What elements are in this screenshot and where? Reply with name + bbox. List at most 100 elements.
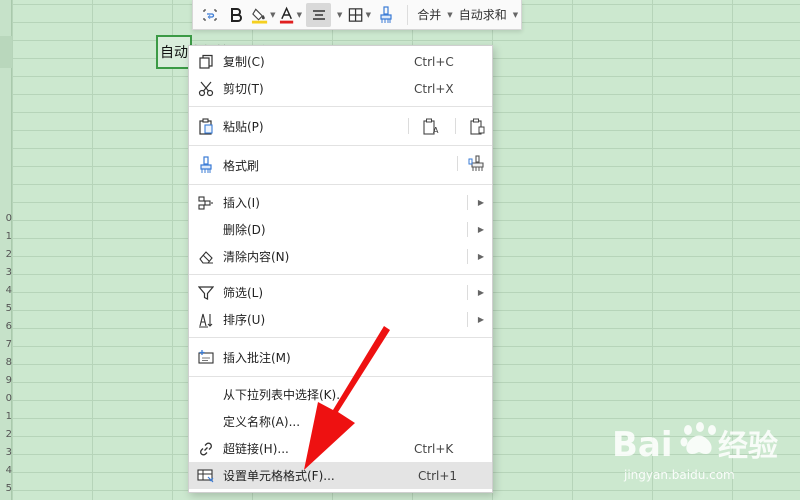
row-number[interactable]: 3: [0, 264, 12, 282]
svg-text:A: A: [433, 126, 439, 135]
menu-label: 复制(C): [223, 55, 265, 69]
chevron-down-icon: ▼: [296, 10, 302, 19]
menu-item-insert-comment[interactable]: 插入批注(M): [189, 342, 492, 372]
menu-item-define-name[interactable]: 定义名称(A)...: [189, 408, 492, 435]
menu-separator: [467, 312, 468, 327]
menu-separator: [467, 222, 468, 237]
row-number[interactable]: 2: [0, 246, 12, 264]
menu-divider: [189, 145, 492, 146]
bold-button[interactable]: [225, 3, 247, 27]
menu-item-clear[interactable]: 清除内容(N) ▶: [189, 243, 492, 270]
menu-label: 格式刷: [223, 158, 260, 173]
format-brush-button[interactable]: [375, 3, 397, 27]
eraser-icon: [199, 250, 213, 264]
paste-values-icon[interactable]: [470, 118, 486, 135]
sort-icon: [199, 313, 213, 327]
menu-label: 删除(D): [223, 223, 266, 237]
row-number[interactable]: 7: [0, 336, 12, 354]
menu-item-insert[interactable]: 插入(I) ▶: [189, 189, 492, 216]
svg-text:经验: 经验: [718, 429, 778, 464]
menu-separator: [467, 249, 468, 264]
scissors-icon: [198, 81, 214, 96]
menu-separator: [457, 156, 458, 171]
wrap-text-button[interactable]: [199, 3, 221, 27]
chevron-right-icon: ▶: [477, 198, 484, 207]
menu-separator: [455, 118, 456, 134]
format-brush-icon: [200, 156, 212, 173]
menu-item-copy[interactable]: 复制(C) Ctrl+C: [189, 48, 492, 75]
chevron-right-icon: ▶: [477, 252, 484, 261]
align-center-button[interactable]: [306, 2, 332, 27]
menu-shortcut: Ctrl+1: [418, 468, 458, 483]
row-number[interactable]: 4: [0, 462, 12, 480]
row-header[interactable]: 0 1 2 3 4 5 6 7 8 9 0 1 2 3 4 5: [0, 0, 12, 500]
format-brush-icon: [380, 5, 392, 23]
menu-item-hyperlink[interactable]: 超链接(H)... Ctrl+K: [189, 435, 492, 462]
format-painter-multi[interactable]: [468, 154, 486, 176]
menu-item-cut[interactable]: 剪切(T) Ctrl+X: [189, 75, 492, 102]
menu-item-format-cells[interactable]: 设置单元格格式(F)... Ctrl+1: [189, 462, 492, 489]
format-brush-multi-icon: [468, 154, 484, 171]
row-number[interactable]: 4: [0, 282, 12, 300]
menu-item-filter[interactable]: 筛选(L) ▶: [189, 279, 492, 306]
context-menu: 复制(C) Ctrl+C 剪切(T) Ctrl+X 粘贴(P) A 格式刷 插入…: [188, 45, 493, 493]
font-color-button[interactable]: ▼: [279, 3, 302, 27]
svg-text:Bai: Bai: [612, 425, 673, 465]
menu-label: 剪切(T): [223, 82, 264, 96]
menu-label: 从下拉列表中选择(K)...: [223, 388, 348, 402]
bold-icon: [231, 7, 242, 22]
menu-shortcut: Ctrl+C: [414, 54, 454, 69]
menu-divider: [189, 337, 492, 338]
menu-item-format-painter[interactable]: 格式刷: [189, 150, 492, 180]
row-number[interactable]: 0: [0, 210, 12, 228]
comment-icon: [198, 350, 214, 364]
borders-button[interactable]: ▼: [348, 3, 371, 27]
menu-label: 筛选(L): [223, 286, 264, 300]
menu-label: 插入(I): [223, 196, 260, 210]
borders-icon: [349, 7, 363, 22]
paste-options: A: [394, 118, 486, 135]
watermark-url: jingyan.baidu.com: [624, 468, 735, 482]
chevron-down-icon: ▼: [512, 10, 519, 19]
font-color-icon: [280, 6, 294, 24]
row-number[interactable]: 6: [0, 318, 12, 336]
copy-icon: [199, 54, 213, 69]
row-number[interactable]: 5: [0, 300, 12, 318]
menu-label: 设置单元格格式(F)...: [223, 469, 335, 483]
format-cells-icon: [197, 468, 214, 482]
fill-color-button[interactable]: ▼: [251, 3, 275, 27]
menu-separator: [467, 195, 468, 210]
menu-divider: [189, 106, 492, 107]
autosum-button[interactable]: 自动求和 ▼: [456, 3, 519, 27]
baidu-watermark-logo: Bai 经验: [612, 422, 778, 465]
menu-label: 插入批注(M): [223, 350, 291, 365]
row-number[interactable]: 5: [0, 480, 12, 498]
mini-toolbar: ▼ ▼ ▼ ▼ 合并 ▼ 自动求和 ▼: [192, 0, 522, 30]
chevron-right-icon: ▶: [477, 315, 484, 324]
row-number[interactable]: 8: [0, 354, 12, 372]
menu-item-paste[interactable]: 粘贴(P) A: [189, 111, 492, 141]
row-number[interactable]: 1: [0, 228, 12, 246]
row-number[interactable]: 9: [0, 372, 12, 390]
row-number[interactable]: 1: [0, 408, 12, 426]
fill-color-icon: [251, 7, 268, 24]
menu-shortcut: Ctrl+K: [414, 441, 454, 456]
row-number[interactable]: 0: [0, 390, 12, 408]
chevron-down-icon[interactable]: ▼: [337, 11, 342, 19]
menu-item-sort[interactable]: 排序(U) ▶: [189, 306, 492, 333]
row-number[interactable]: 3: [0, 444, 12, 462]
insert-cells-icon: [198, 195, 213, 210]
filter-icon: [198, 285, 214, 300]
active-row-marker: [0, 36, 12, 68]
menu-divider: [189, 376, 492, 377]
paste-text-only-icon[interactable]: A: [423, 118, 441, 135]
merge-button[interactable]: 合并 ▼: [414, 3, 452, 27]
menu-item-pick-from-list[interactable]: 从下拉列表中选择(K)...: [189, 381, 492, 408]
menu-shortcut: Ctrl+X: [414, 81, 454, 96]
menu-label: 排序(U): [223, 313, 266, 327]
menu-separator: [408, 118, 409, 134]
menu-item-delete[interactable]: 删除(D) ▶: [189, 216, 492, 243]
row-number[interactable]: 2: [0, 426, 12, 444]
paste-icon: [199, 117, 213, 135]
chevron-down-icon: ▼: [447, 10, 453, 19]
